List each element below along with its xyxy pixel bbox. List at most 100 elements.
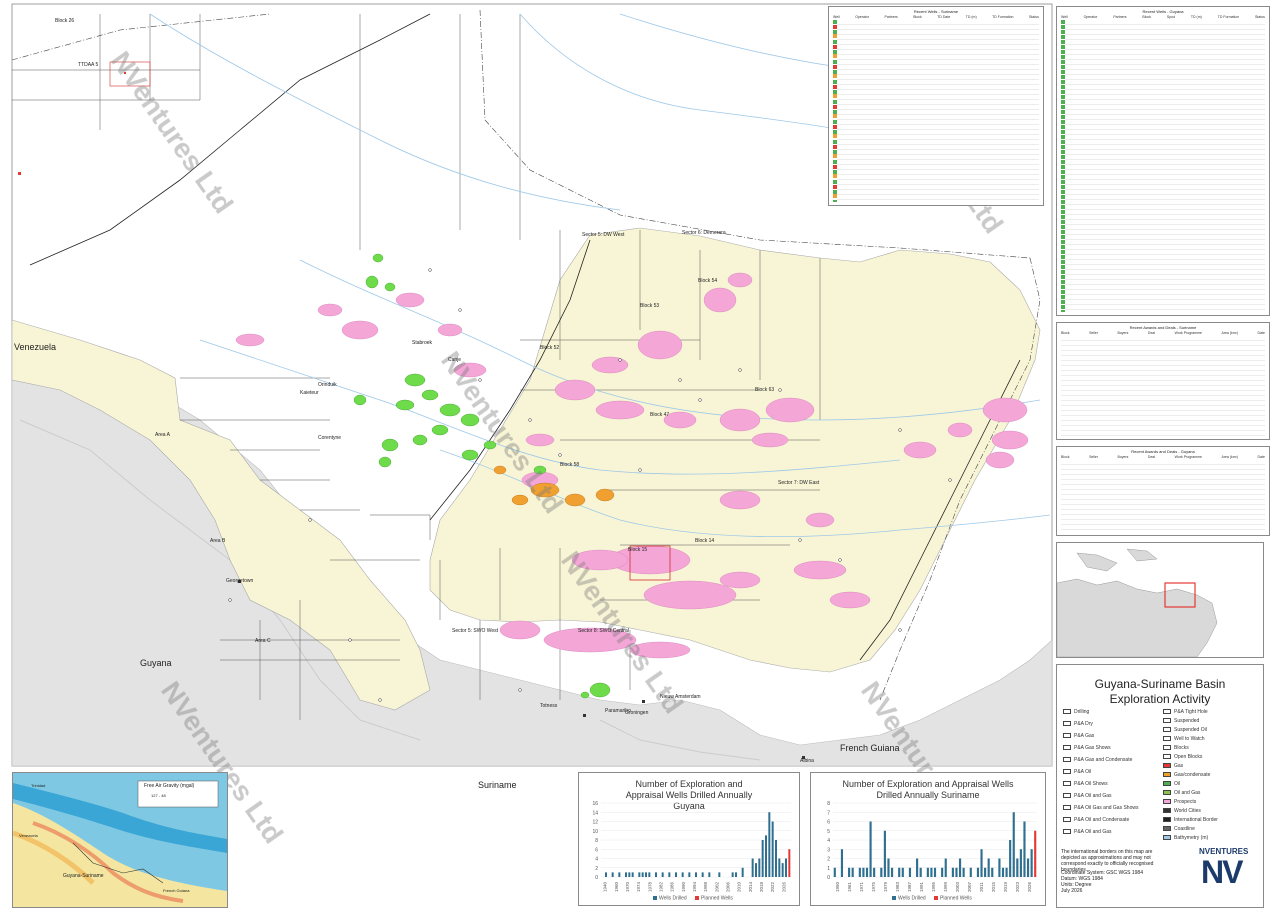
y-tick-label: 5	[827, 829, 830, 835]
block-label: Sector 5: SWO West	[452, 628, 499, 634]
y-tick-label: 3	[827, 847, 830, 853]
legend-label: P&A Oil and Gas	[1074, 793, 1112, 799]
chart-legend-swatch	[695, 896, 699, 900]
bar-wells-drilled	[701, 872, 704, 877]
bar-wells-drilled	[645, 872, 647, 877]
bar-wells-drilled	[611, 872, 614, 877]
table-title: Recent Awards and Deals - Suriname	[1129, 325, 1197, 330]
legend-item: Bathymetry (m)	[1163, 835, 1208, 841]
legend-item: P&A Gas	[1063, 733, 1094, 739]
x-tick-label: 2014	[748, 881, 753, 892]
legend-label: Blocks	[1174, 745, 1189, 751]
bar-wells-drilled	[933, 867, 937, 877]
bar-wells-drilled	[1026, 858, 1030, 877]
legend-label: P&A Tight Hole	[1174, 709, 1208, 715]
legend-item: World Cities	[1163, 808, 1201, 814]
legend-symbol	[1063, 745, 1071, 751]
bar-wells-drilled	[916, 858, 919, 877]
chart-legend-swatch	[653, 896, 657, 900]
block-label: Block 53	[640, 303, 660, 309]
x-tick-label: 2006	[726, 881, 731, 892]
legend-item: Gas/condensate	[1163, 772, 1210, 778]
bar-wells-drilled	[628, 872, 631, 877]
legend-item: P&A Oil Shows	[1063, 781, 1108, 787]
bar-wells-drilled	[755, 863, 757, 877]
x-tick-label: 2011	[979, 882, 984, 892]
legend-symbol	[1163, 808, 1171, 814]
bar-planned-wells	[788, 849, 791, 877]
x-tick-label: 1998	[703, 881, 708, 892]
bar-wells-drilled	[641, 872, 644, 877]
y-tick-label: 6	[827, 820, 830, 826]
bar-wells-drilled	[631, 872, 634, 877]
x-tick-label: 1950	[835, 881, 840, 892]
gravity-map-graphic	[13, 773, 227, 907]
legend-label: Prospects	[1174, 799, 1197, 805]
bar-wells-drilled	[708, 872, 711, 877]
bar-wells-drilled	[695, 872, 697, 877]
y-tick-label: 14	[592, 810, 598, 816]
brand-logo: NV	[1201, 854, 1243, 890]
legend-label: Gas	[1174, 763, 1184, 769]
legend-item: P&A Oil and Condensate	[1063, 817, 1129, 823]
place-label: Georgetown	[226, 578, 254, 584]
bar-wells-drilled	[1019, 849, 1022, 877]
bar-wells-drilled	[969, 867, 972, 877]
x-tick-label: 2022	[770, 881, 775, 892]
country-label-guyana: Guyana	[140, 658, 172, 668]
bar-wells-drilled	[1016, 858, 1019, 877]
gravity-inset-map: Free Air Gravity (mgal) 127 - 48 Trinida…	[12, 772, 228, 908]
map-date: July 2026	[1061, 888, 1083, 894]
legend-symbol	[1063, 829, 1071, 835]
y-tick-label: 0	[595, 875, 598, 881]
x-tick-label: 2015	[991, 881, 996, 892]
legend-label: Suspended	[1174, 718, 1200, 724]
bar-wells-drilled	[625, 872, 627, 877]
bar-wells-drilled	[987, 858, 990, 877]
legend-panel: Guyana-Suriname Basin Exploration Activi…	[1056, 664, 1264, 908]
table-header: Well Operator Partners Block TD Date TD …	[833, 15, 1039, 19]
x-tick-label: 1960	[614, 881, 619, 892]
table-body	[1061, 460, 1265, 532]
legend-label: Drilling	[1074, 709, 1090, 715]
bar-wells-drilled	[655, 872, 657, 877]
place-label: Albina	[800, 758, 814, 764]
bar-wells-drilled	[869, 821, 872, 877]
country-label-french-guiana: French Guiana	[840, 743, 900, 753]
bar-wells-drilled	[668, 872, 671, 877]
legend-title: Guyana-Suriname Basin Exploration Activi…	[1094, 677, 1226, 706]
bar-wells-drilled	[741, 867, 744, 877]
bar-wells-drilled	[735, 872, 737, 877]
chart-legend-label: Planned Wells	[701, 896, 733, 902]
bar-wells-drilled	[873, 867, 876, 877]
bar-wells-drilled	[1009, 840, 1012, 877]
bar-wells-drilled	[941, 867, 944, 877]
legend-item: Prospects	[1163, 799, 1196, 805]
bar-wells-drilled	[919, 867, 922, 877]
legend-label: Gas/condensate	[1174, 772, 1211, 778]
chart-legend-label: Planned Wells	[940, 896, 972, 902]
x-tick-label: 1986	[670, 881, 675, 892]
legend-item: P&A Oil and Gas	[1063, 793, 1112, 799]
bar-wells-drilled	[944, 858, 947, 877]
bar-wells-drilled	[976, 867, 980, 877]
bar-wells-drilled	[958, 858, 962, 877]
legend-label: P&A Dry	[1074, 721, 1093, 727]
legend-symbol	[1063, 805, 1071, 811]
legend-symbol	[1163, 718, 1171, 724]
x-tick-label: 1961	[847, 881, 852, 892]
x-tick-label: 1999	[943, 881, 948, 892]
x-tick-label: 1975	[871, 881, 876, 892]
y-tick-label: 8	[595, 838, 598, 844]
bar-wells-drilled	[1005, 867, 1008, 877]
bar-wells-drilled	[761, 840, 764, 877]
legend-symbol	[1063, 769, 1071, 775]
table-header: Block Seller Buyers Deal Work Programme …	[1061, 455, 1265, 459]
bar-wells-drilled	[962, 867, 965, 877]
bar-wells-drilled	[775, 840, 777, 877]
block-label: TTDAA 5	[78, 62, 99, 68]
locator-map	[1056, 542, 1264, 658]
legend-symbol	[1163, 790, 1171, 796]
x-tick-label: 1974	[636, 881, 641, 892]
gravity-legend-title: Free Air Gravity (mgal)	[144, 783, 195, 789]
